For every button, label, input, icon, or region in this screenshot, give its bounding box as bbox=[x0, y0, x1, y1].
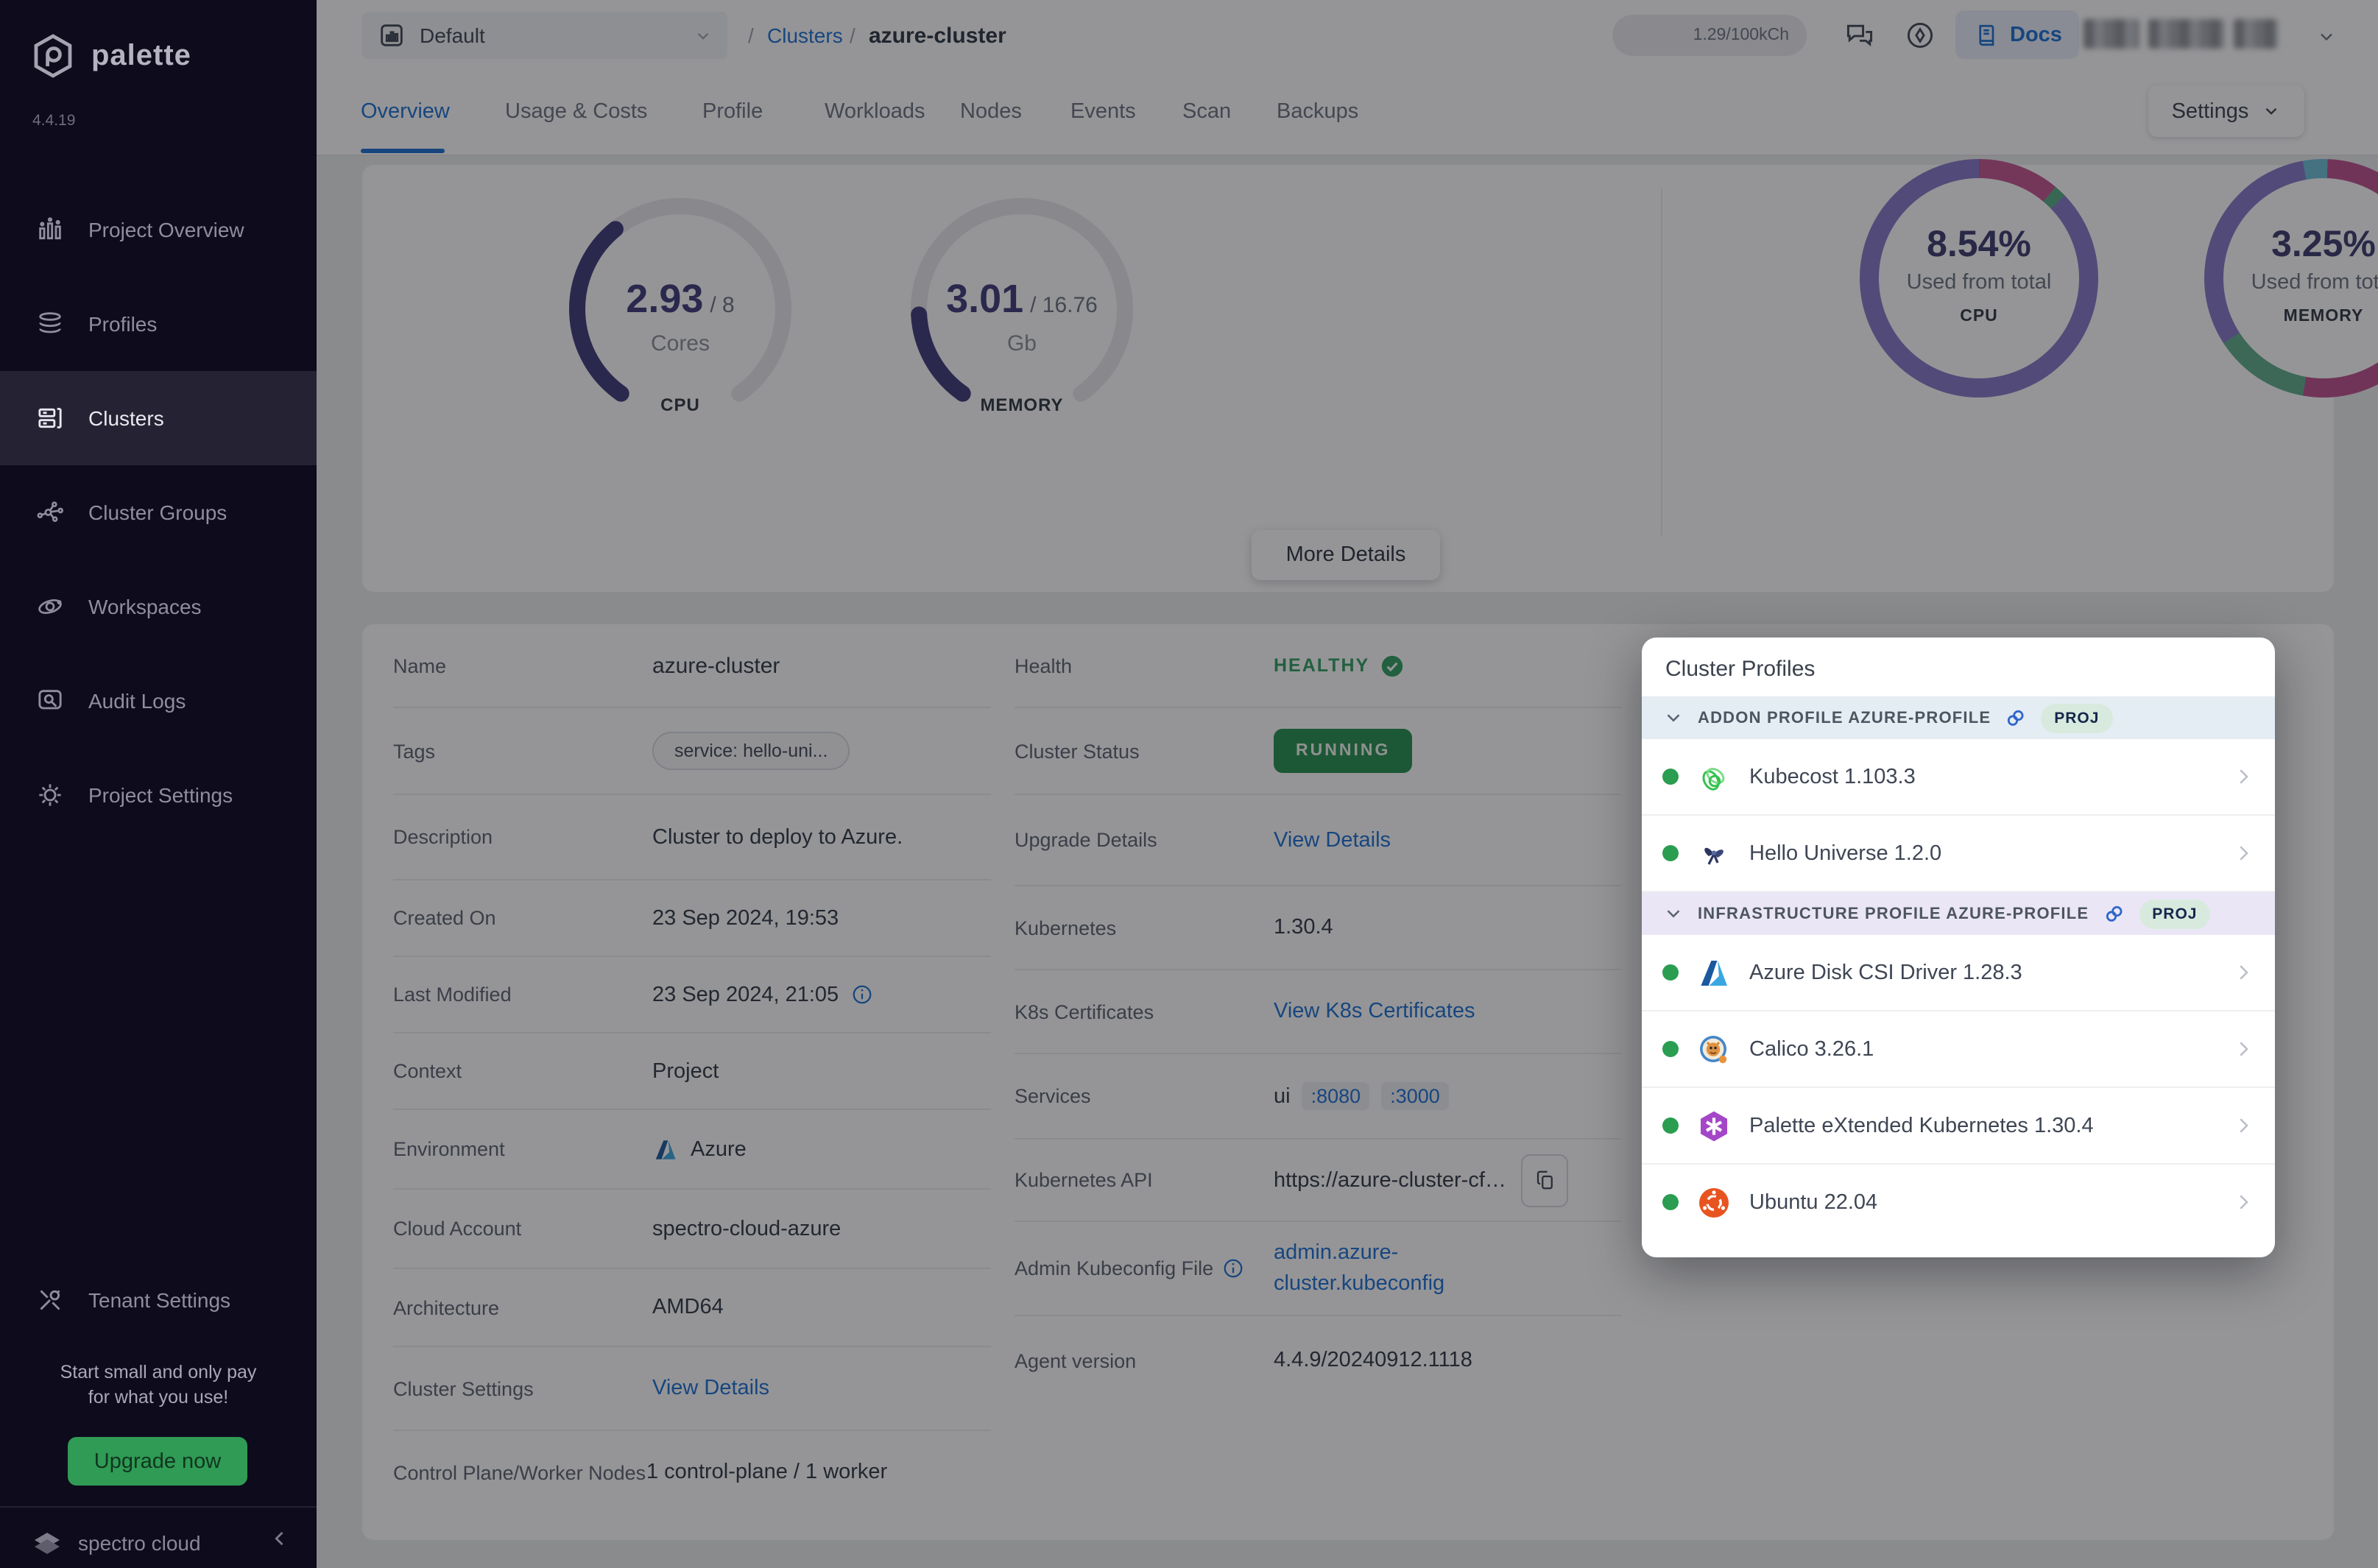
brand-footer: spectro cloud bbox=[29, 1525, 201, 1561]
sidebar-divider bbox=[0, 1506, 317, 1508]
kubecost-icon bbox=[1696, 759, 1732, 794]
sidebar-item-cluster-groups[interactable]: Cluster Groups bbox=[0, 465, 317, 559]
chevron-right-icon bbox=[2232, 961, 2254, 983]
pack-status-dot bbox=[1662, 1117, 1679, 1134]
sidebar-item-label: Audit Logs bbox=[88, 689, 186, 713]
chevron-down-icon bbox=[1662, 707, 1684, 729]
palette-logo-icon bbox=[29, 32, 77, 80]
gear-icon bbox=[35, 780, 65, 810]
layers-icon bbox=[35, 309, 65, 339]
audit-log-icon bbox=[35, 686, 65, 716]
sidebar-item-clusters[interactable]: Clusters bbox=[0, 371, 317, 465]
chevron-right-icon bbox=[2232, 842, 2254, 864]
profile-pack-row-palette-extended-k8s[interactable]: Palette eXtended Kubernetes 1.30.4 bbox=[1642, 1088, 2275, 1165]
tenant-settings-label: Tenant Settings bbox=[88, 1288, 230, 1312]
pack-status-dot bbox=[1662, 769, 1679, 785]
link-icon[interactable] bbox=[2004, 706, 2028, 730]
sidebar-item-tenant-settings[interactable]: Tenant Settings bbox=[0, 1263, 317, 1337]
app-title: palette bbox=[91, 39, 191, 73]
sidebar-item-profiles[interactable]: Profiles bbox=[0, 277, 317, 371]
sidebar: palette 4.4.19 Project Overview bbox=[0, 0, 317, 1568]
hello-universe-icon bbox=[1696, 836, 1732, 871]
sidebar-item-project-settings[interactable]: Project Settings bbox=[0, 748, 317, 842]
sidebar-item-label: Clusters bbox=[88, 406, 164, 430]
brand-name: spectro cloud bbox=[78, 1531, 201, 1555]
popup-title: Cluster Profiles bbox=[1642, 638, 2275, 696]
sidebar-item-audit-logs[interactable]: Audit Logs bbox=[0, 654, 317, 748]
pack-status-dot bbox=[1662, 845, 1679, 861]
sidebar-nav: Project Overview Profiles bbox=[0, 183, 317, 842]
upgrade-promo-text: Start small and only pay for what you us… bbox=[0, 1360, 317, 1410]
sidebar-item-workspaces[interactable]: Workspaces bbox=[0, 559, 317, 654]
app-version: 4.4.19 bbox=[32, 112, 75, 130]
chevron-right-icon bbox=[2232, 1115, 2254, 1137]
chevron-right-icon bbox=[2232, 1191, 2254, 1213]
scope-badge: PROJ bbox=[2139, 899, 2210, 928]
sidebar-collapse-icon[interactable] bbox=[269, 1528, 290, 1549]
upgrade-now-button[interactable]: Upgrade now bbox=[68, 1437, 247, 1486]
app-window: palette 4.4.19 Project Overview bbox=[0, 0, 2378, 1568]
profile-pack-row-azure-disk-csi[interactable]: Azure Disk CSI Driver 1.28.3 bbox=[1642, 935, 2275, 1011]
sidebar-item-project-overview[interactable]: Project Overview bbox=[0, 183, 317, 277]
sidebar-item-label: Workspaces bbox=[88, 595, 202, 618]
orbit-icon bbox=[35, 592, 65, 621]
chevron-down-icon bbox=[1662, 903, 1684, 925]
profile-pack-row-hello-universe[interactable]: Hello Universe 1.2.0 bbox=[1642, 816, 2275, 892]
addon-profile-section-header[interactable]: ADDON PROFILE AZURE-PROFILE PROJ bbox=[1642, 696, 2275, 739]
pack-status-dot bbox=[1662, 964, 1679, 981]
clusters-icon bbox=[35, 403, 65, 433]
palette-pack-icon bbox=[1696, 1108, 1732, 1143]
profile-pack-row-calico[interactable]: Calico 3.26.1 bbox=[1642, 1011, 2275, 1088]
calico-icon bbox=[1696, 1031, 1732, 1067]
ubuntu-icon bbox=[1696, 1184, 1732, 1220]
app-logo: palette bbox=[29, 32, 191, 80]
azure-icon bbox=[1696, 955, 1732, 990]
pack-status-dot bbox=[1662, 1041, 1679, 1057]
chevron-right-icon bbox=[2232, 1038, 2254, 1060]
bar-chart-icon bbox=[35, 215, 65, 244]
cluster-profiles-popup: Cluster Profiles ADDON PROFILE AZURE-PRO… bbox=[1642, 638, 2275, 1257]
sidebar-item-label: Project Overview bbox=[88, 218, 244, 241]
profile-pack-row-ubuntu[interactable]: Ubuntu 22.04 bbox=[1642, 1165, 2275, 1240]
tools-icon bbox=[35, 1285, 65, 1315]
network-icon bbox=[35, 498, 65, 527]
spectro-cloud-logo-icon bbox=[29, 1525, 65, 1561]
scope-badge: PROJ bbox=[2041, 703, 2112, 732]
sidebar-item-label: Profiles bbox=[88, 312, 157, 336]
sidebar-item-label: Cluster Groups bbox=[88, 501, 227, 524]
profile-pack-row-kubecost[interactable]: Kubecost 1.103.3 bbox=[1642, 739, 2275, 816]
infrastructure-profile-section-header[interactable]: INFRASTRUCTURE PROFILE AZURE-PROFILE PRO… bbox=[1642, 892, 2275, 935]
sidebar-item-label: Project Settings bbox=[88, 783, 233, 807]
pack-status-dot bbox=[1662, 1194, 1679, 1210]
chevron-right-icon bbox=[2232, 766, 2254, 788]
link-icon[interactable] bbox=[2102, 902, 2125, 925]
